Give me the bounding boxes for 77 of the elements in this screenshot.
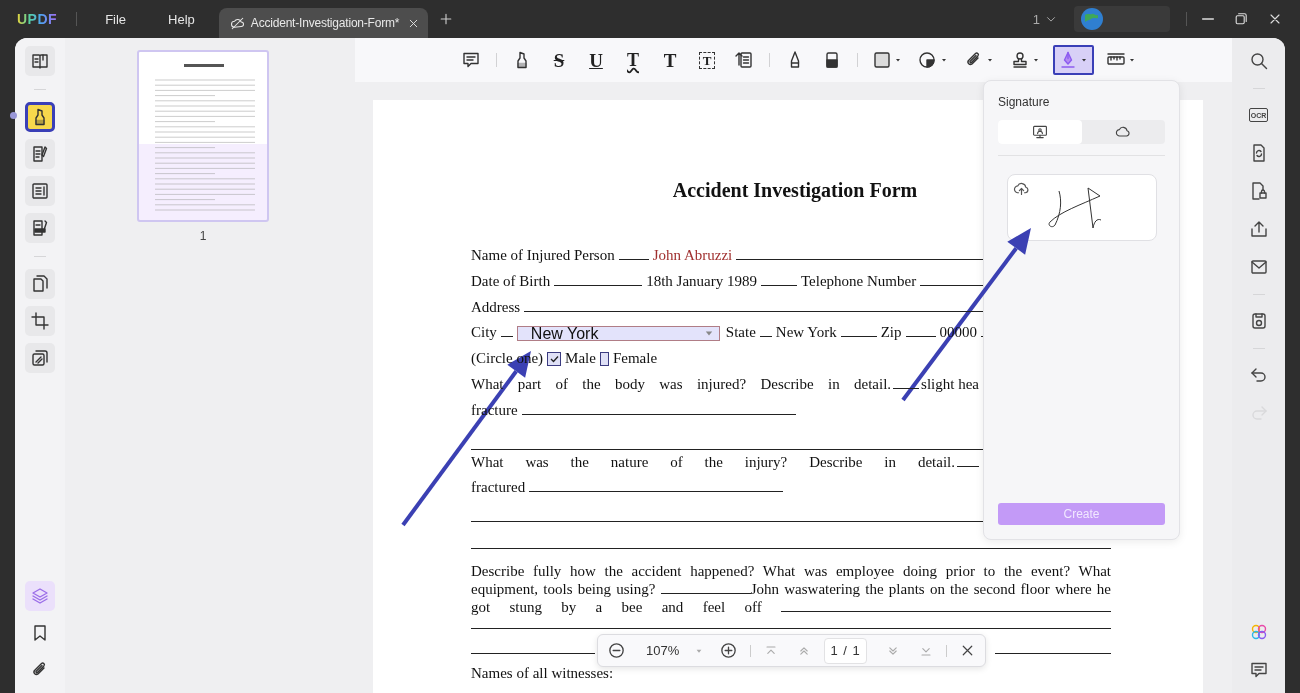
underline-tool[interactable]: U	[582, 45, 610, 75]
crop-icon	[30, 311, 50, 331]
menu-item[interactable]: Help	[168, 11, 195, 27]
crop-button[interactable]	[25, 306, 55, 336]
highlight-button[interactable]	[25, 102, 55, 132]
zoom-in-icon[interactable]	[719, 641, 739, 660]
cloud-icon	[1115, 124, 1132, 140]
form-text: Telephone Number	[801, 271, 917, 291]
edit-button[interactable]	[25, 139, 55, 169]
dropdown-field[interactable]: New York	[516, 325, 720, 341]
document-tab[interactable]: Accident-Investigation-Form*	[218, 8, 428, 38]
search-icon	[1248, 51, 1269, 71]
stamp-icon	[1010, 50, 1030, 70]
checkbox[interactable]	[599, 352, 609, 367]
redact-button[interactable]	[25, 213, 55, 243]
avatar-icon	[1081, 8, 1103, 30]
envelope-icon	[1248, 257, 1269, 277]
panel-title: Signature	[998, 95, 1051, 109]
share-icon	[1248, 219, 1269, 239]
signature-card[interactable]	[1007, 174, 1157, 241]
tab-title: Accident-Investigation-Form*	[250, 16, 401, 30]
restore-icon[interactable]	[1233, 11, 1249, 27]
shape-icon	[918, 50, 938, 70]
entered-name: John Abruzzi	[652, 246, 733, 265]
form-text: Zip	[880, 323, 902, 343]
form-text: 18th January 1989	[646, 271, 757, 291]
form-text: Address	[471, 297, 521, 317]
cloud-off-icon	[229, 15, 245, 31]
speech-bubble-icon	[1248, 660, 1269, 680]
form-text: City	[471, 323, 497, 343]
square-icon	[872, 50, 892, 70]
form-text: Names of all witnesses:	[471, 664, 614, 684]
textbox-tool[interactable]: T	[693, 45, 721, 75]
device-tab[interactable]	[998, 120, 1082, 144]
form-text: New York	[775, 323, 837, 343]
form-text: Female	[612, 349, 658, 369]
collapse-handle[interactable]	[10, 112, 17, 119]
checkbox[interactable]	[547, 352, 562, 367]
app-logo: UPDF	[17, 11, 58, 27]
organize-button[interactable]	[25, 269, 55, 299]
text-tool[interactable]: T	[656, 45, 684, 75]
monitor-icon	[1031, 124, 1048, 140]
cloud-upload-icon	[1013, 180, 1030, 197]
zoom-level[interactable]: 107%	[646, 643, 680, 658]
form-paragraph: Describe fully how the accident happened? What was employee doing prior to the event? What equipment, tools being using? John waswatering the plants on the second floor where he got stung by a bee and feel off	[471, 562, 1111, 617]
window-count[interactable]: 1	[1032, 11, 1040, 27]
layers-button[interactable]	[25, 581, 55, 611]
watermark-button[interactable]	[25, 343, 55, 373]
squiggly-tool[interactable]: T	[619, 45, 647, 75]
form-text: slight hea	[921, 375, 979, 394]
book-icon	[30, 51, 50, 71]
form-text: State	[725, 323, 756, 343]
form-text: What was the nature of the injury? Describe in detail.	[471, 452, 955, 472]
form-button[interactable]	[25, 176, 55, 206]
form-text: fractured	[471, 478, 526, 498]
form-text: Date of Birth	[471, 271, 551, 291]
text-list-icon	[734, 50, 754, 70]
menu-item[interactable]: File	[105, 11, 127, 27]
redact-icon	[30, 218, 50, 238]
signature-tool[interactable]	[1053, 45, 1094, 75]
layers-icon	[30, 586, 50, 606]
form-text: Name of Injured Person	[471, 246, 615, 265]
strikethrough-tool[interactable]: S	[545, 45, 573, 75]
form-text: What part of the body was injured? Describe in detail.	[471, 375, 892, 394]
speech-bubble-icon	[461, 50, 481, 70]
account-button[interactable]	[1074, 6, 1170, 32]
zoom-out-icon[interactable]	[607, 641, 626, 660]
overlapping-squares-icon	[30, 348, 50, 368]
document-title: Accident Investigation Form	[672, 178, 918, 202]
form-icon	[30, 181, 50, 201]
reader-button[interactable]	[25, 46, 55, 76]
document-pen-icon	[30, 144, 50, 164]
form-text: Male	[565, 349, 596, 369]
page-field[interactable]: 1 / 1	[823, 637, 868, 664]
pen-nib-icon	[1058, 50, 1078, 70]
documents-icon	[30, 274, 50, 294]
page-number: 1	[199, 229, 207, 243]
